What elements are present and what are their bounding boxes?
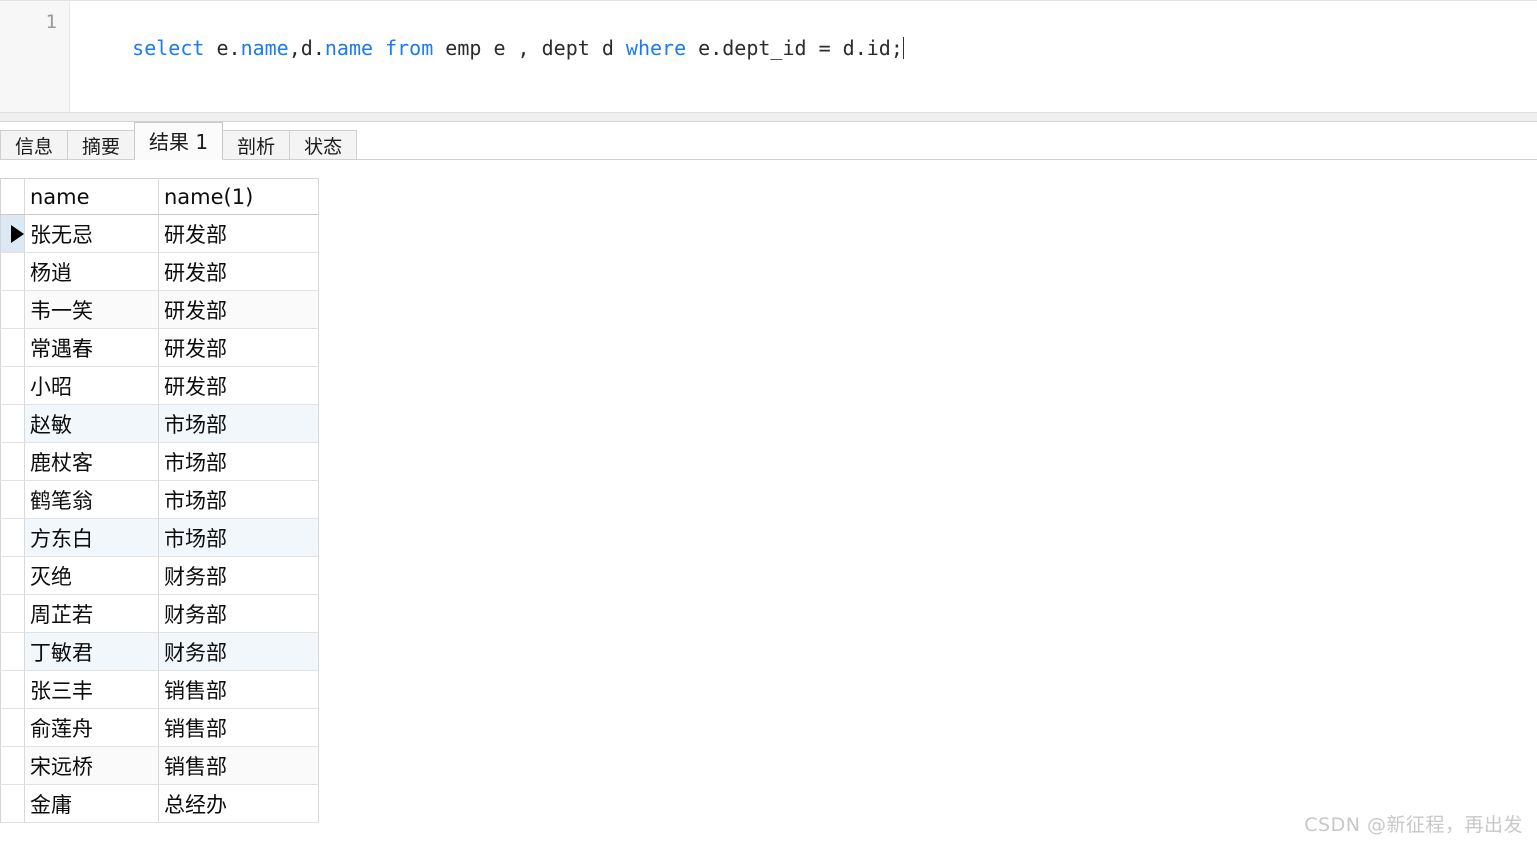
sql-token-2: name <box>241 36 289 60</box>
tab-3[interactable]: 剖析 <box>222 130 290 160</box>
result-table[interactable]: name name(1) 张无忌研发部杨逍研发部韦一笑研发部常遇春研发部小昭研发… <box>0 178 319 823</box>
editor-line-number-gutter: 1 <box>0 1 70 112</box>
cell-dept-name[interactable]: 市场部 <box>159 481 319 519</box>
cell-name[interactable]: 俞莲舟 <box>25 709 159 747</box>
sql-token-5 <box>373 36 385 60</box>
cell-dept-name[interactable]: 销售部 <box>159 671 319 709</box>
cell-dept-name[interactable]: 市场部 <box>159 443 319 481</box>
row-indicator-current[interactable] <box>1 215 25 253</box>
cell-dept-name[interactable]: 研发部 <box>159 253 319 291</box>
cell-name[interactable]: 常遇春 <box>25 329 159 367</box>
cell-dept-name[interactable]: 研发部 <box>159 367 319 405</box>
row-indicator[interactable] <box>1 633 25 671</box>
cell-dept-name[interactable]: 研发部 <box>159 215 319 253</box>
tab-strip: 信息摘要结果 1剖析状态 <box>0 122 356 160</box>
sql-editor-pane[interactable]: 1 select e.name,d.name from emp e , dept… <box>0 0 1537 112</box>
sql-statement-tokens: select e.name,d.name from emp e , dept d… <box>132 36 903 60</box>
csdn-watermark: CSDN @新征程，再出发 <box>1304 810 1523 837</box>
cell-dept-name[interactable]: 销售部 <box>159 709 319 747</box>
sql-token-8: where <box>626 36 686 60</box>
cell-dept-name[interactable]: 财务部 <box>159 557 319 595</box>
table-row[interactable]: 张三丰销售部 <box>1 671 319 709</box>
cell-name[interactable]: 周芷若 <box>25 595 159 633</box>
row-indicator[interactable] <box>1 291 25 329</box>
row-indicator[interactable] <box>1 329 25 367</box>
table-row[interactable]: 赵敏市场部 <box>1 405 319 443</box>
row-indicator[interactable] <box>1 785 25 823</box>
pane-splitter[interactable] <box>0 112 1537 122</box>
table-row[interactable]: 宋远桥销售部 <box>1 747 319 785</box>
column-header-name[interactable]: name <box>25 179 159 215</box>
cell-dept-name[interactable]: 研发部 <box>159 329 319 367</box>
table-row[interactable]: 金庸总经办 <box>1 785 319 823</box>
sql-token-9: e.dept_id = d.id; <box>686 36 903 60</box>
result-grid-pane[interactable]: name name(1) 张无忌研发部杨逍研发部韦一笑研发部常遇春研发部小昭研发… <box>0 160 1537 849</box>
table-row[interactable]: 方东白市场部 <box>1 519 319 557</box>
tab-0[interactable]: 信息 <box>0 130 68 160</box>
cell-name[interactable]: 杨逍 <box>25 253 159 291</box>
table-row[interactable]: 灭绝财务部 <box>1 557 319 595</box>
table-row[interactable]: 小昭研发部 <box>1 367 319 405</box>
row-indicator[interactable] <box>1 405 25 443</box>
table-row[interactable]: 杨逍研发部 <box>1 253 319 291</box>
sql-token-3: ,d. <box>289 36 325 60</box>
cell-name[interactable]: 金庸 <box>25 785 159 823</box>
result-table-header: name name(1) <box>1 179 319 215</box>
header-row: name name(1) <box>1 179 319 215</box>
sql-token-1: e. <box>216 36 240 60</box>
table-row[interactable]: 鹿杖客市场部 <box>1 443 319 481</box>
table-row[interactable]: 丁敏君财务部 <box>1 633 319 671</box>
cell-name[interactable]: 灭绝 <box>25 557 159 595</box>
cell-dept-name[interactable]: 市场部 <box>159 405 319 443</box>
row-indicator[interactable] <box>1 481 25 519</box>
sql-token-4: name <box>325 36 373 60</box>
cell-name[interactable]: 宋远桥 <box>25 747 159 785</box>
row-indicator[interactable] <box>1 709 25 747</box>
cell-name[interactable]: 丁敏君 <box>25 633 159 671</box>
table-row[interactable]: 俞莲舟销售部 <box>1 709 319 747</box>
tab-2-active[interactable]: 结果 1 <box>134 122 223 160</box>
row-indicator-header <box>1 179 25 215</box>
cell-dept-name[interactable]: 财务部 <box>159 595 319 633</box>
tab-4[interactable]: 状态 <box>289 130 357 160</box>
tab-1[interactable]: 摘要 <box>67 130 135 160</box>
sql-token-7: emp e , dept d <box>433 36 626 60</box>
text-caret <box>903 37 904 59</box>
result-tab-bar: 信息摘要结果 1剖析状态 <box>0 122 1537 160</box>
table-row[interactable]: 周芷若财务部 <box>1 595 319 633</box>
cell-dept-name[interactable]: 市场部 <box>159 519 319 557</box>
table-row[interactable]: 常遇春研发部 <box>1 329 319 367</box>
result-table-body: 张无忌研发部杨逍研发部韦一笑研发部常遇春研发部小昭研发部赵敏市场部鹿杖客市场部鹤… <box>1 215 319 823</box>
cell-dept-name[interactable]: 研发部 <box>159 291 319 329</box>
cell-dept-name[interactable]: 总经办 <box>159 785 319 823</box>
cell-name[interactable]: 鹿杖客 <box>25 443 159 481</box>
row-indicator[interactable] <box>1 519 25 557</box>
cell-name[interactable]: 张三丰 <box>25 671 159 709</box>
cell-name[interactable]: 张无忌 <box>25 215 159 253</box>
row-indicator[interactable] <box>1 747 25 785</box>
row-indicator[interactable] <box>1 671 25 709</box>
table-row[interactable]: 韦一笑研发部 <box>1 291 319 329</box>
cell-name[interactable]: 小昭 <box>25 367 159 405</box>
cell-name[interactable]: 赵敏 <box>25 405 159 443</box>
sql-editor-textarea[interactable]: select e.name,d.name from emp e , dept d… <box>70 1 1537 112</box>
row-indicator[interactable] <box>1 253 25 291</box>
cell-name[interactable]: 方东白 <box>25 519 159 557</box>
row-indicator[interactable] <box>1 595 25 633</box>
row-indicator[interactable] <box>1 443 25 481</box>
cell-name[interactable]: 鹤笔翁 <box>25 481 159 519</box>
current-row-arrow-icon <box>11 225 24 243</box>
row-indicator[interactable] <box>1 367 25 405</box>
row-indicator[interactable] <box>1 557 25 595</box>
line-number-1: 1 <box>0 9 57 35</box>
cell-dept-name[interactable]: 财务部 <box>159 633 319 671</box>
cell-name[interactable]: 韦一笑 <box>25 291 159 329</box>
column-header-name-1[interactable]: name(1) <box>159 179 319 215</box>
table-row[interactable]: 张无忌研发部 <box>1 215 319 253</box>
sql-token-6: from <box>385 36 433 60</box>
cell-dept-name[interactable]: 销售部 <box>159 747 319 785</box>
table-row[interactable]: 鹤笔翁市场部 <box>1 481 319 519</box>
sql-token-0: select <box>132 36 216 60</box>
